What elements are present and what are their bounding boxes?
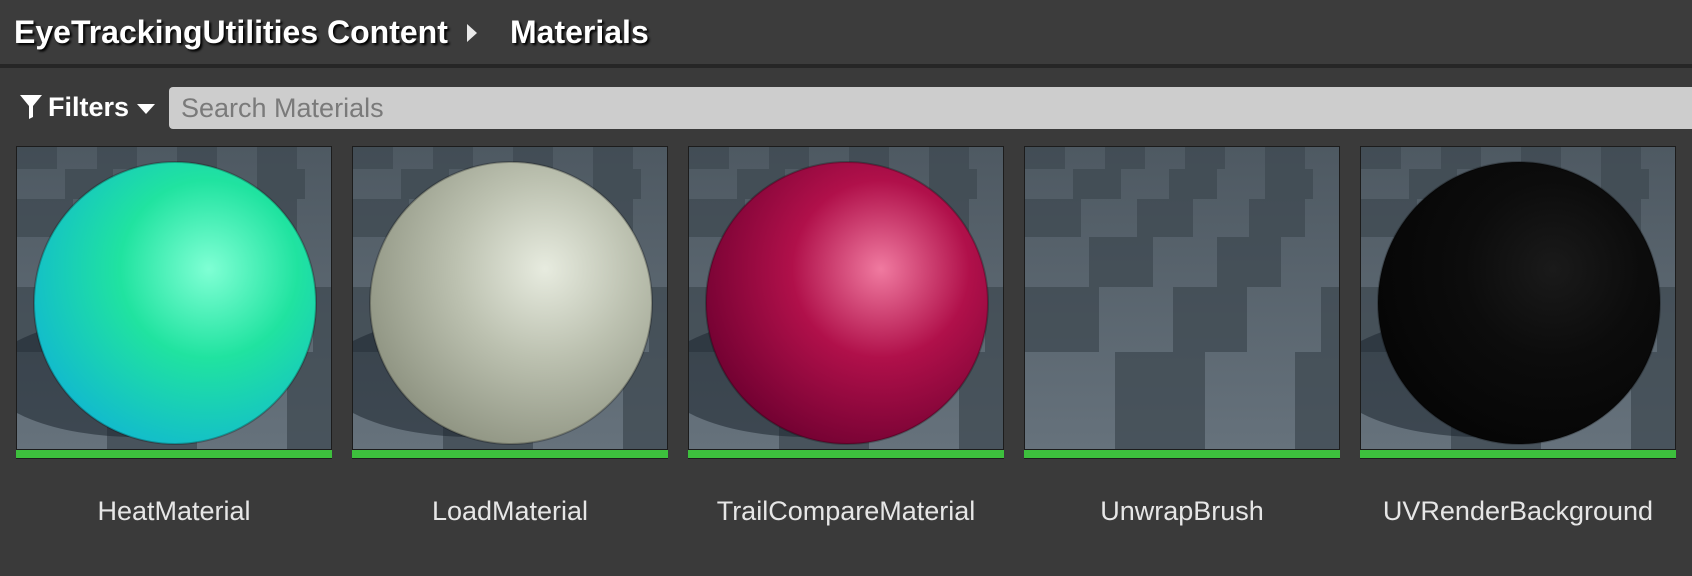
asset-tile[interactable]: HeatMaterial <box>16 146 332 536</box>
asset-thumbnail <box>1360 146 1676 450</box>
breadcrumb-separator-icon[interactable] <box>467 24 477 42</box>
asset-thumbnail <box>1024 146 1340 450</box>
asset-thumbnail <box>688 146 1004 450</box>
asset-name: UnwrapBrush <box>1100 496 1264 526</box>
asset-name: TrailCompareMaterial <box>716 496 976 526</box>
filter-toolbar: Filters <box>0 68 1692 142</box>
breadcrumb-bar: EyeTrackingUtilities Content Materials <box>0 0 1692 68</box>
asset-type-bar <box>16 450 332 459</box>
filters-button[interactable]: Filters <box>20 90 156 124</box>
funnel-icon <box>20 95 42 119</box>
breadcrumb-current[interactable]: Materials <box>510 12 649 52</box>
asset-name: HeatMaterial <box>97 496 251 526</box>
asset-tile[interactable]: UVRenderBackground <box>1360 146 1676 536</box>
asset-tile[interactable]: TrailCompareMaterial <box>688 146 1004 536</box>
asset-type-bar <box>1360 450 1676 459</box>
filters-label: Filters <box>48 91 130 122</box>
asset-name: UVRenderBackground <box>1382 496 1654 526</box>
asset-tile[interactable]: UnwrapBrush <box>1024 146 1340 536</box>
asset-type-bar <box>352 450 668 459</box>
asset-thumbnail <box>352 146 668 450</box>
breadcrumb-root[interactable]: EyeTrackingUtilities Content <box>14 12 448 52</box>
asset-grid: HeatMaterial LoadMaterial TrailCompareMate… <box>0 142 1692 576</box>
asset-thumbnail <box>16 146 332 450</box>
asset-type-bar <box>688 450 1004 459</box>
asset-tile[interactable]: LoadMaterial <box>352 146 668 536</box>
asset-name: LoadMaterial <box>431 496 589 526</box>
chevron-down-icon <box>137 104 156 114</box>
search-input[interactable] <box>169 87 1692 129</box>
asset-type-bar <box>1024 450 1340 459</box>
